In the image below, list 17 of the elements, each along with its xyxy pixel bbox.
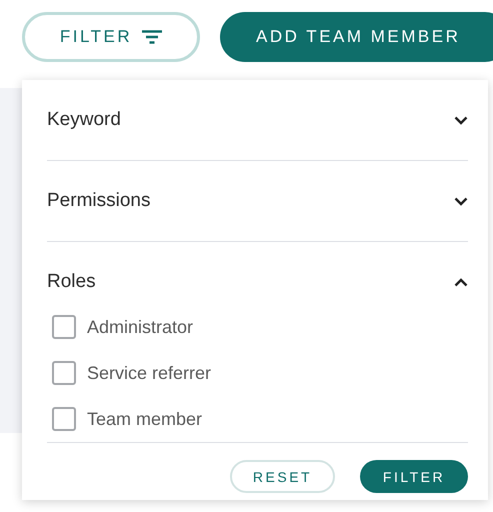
checkbox[interactable] xyxy=(52,315,76,339)
checkbox-label[interactable]: Administrator xyxy=(87,316,194,338)
section-header[interactable]: Roles xyxy=(47,271,96,293)
add-team-member-button[interactable]: ADD TEAM MEMBER xyxy=(220,12,493,62)
checkbox-label[interactable]: Service referrer xyxy=(87,362,212,384)
checkbox-label[interactable]: Team member xyxy=(87,408,202,430)
checkbox[interactable] xyxy=(52,361,76,385)
section-header[interactable]: Permissions xyxy=(47,190,150,212)
chevron-icon[interactable] xyxy=(454,278,468,286)
filter-button[interactable]: FILTER xyxy=(22,12,200,62)
section-header[interactable]: Keyword xyxy=(47,109,121,131)
reset-button[interactable]: RESET xyxy=(230,460,335,493)
chevron-icon[interactable] xyxy=(454,116,468,124)
chevron-icon[interactable] xyxy=(454,196,468,206)
filter-icon xyxy=(142,30,162,44)
filter-apply-button[interactable]: FILTER xyxy=(360,460,468,493)
checkbox[interactable] xyxy=(52,407,76,431)
